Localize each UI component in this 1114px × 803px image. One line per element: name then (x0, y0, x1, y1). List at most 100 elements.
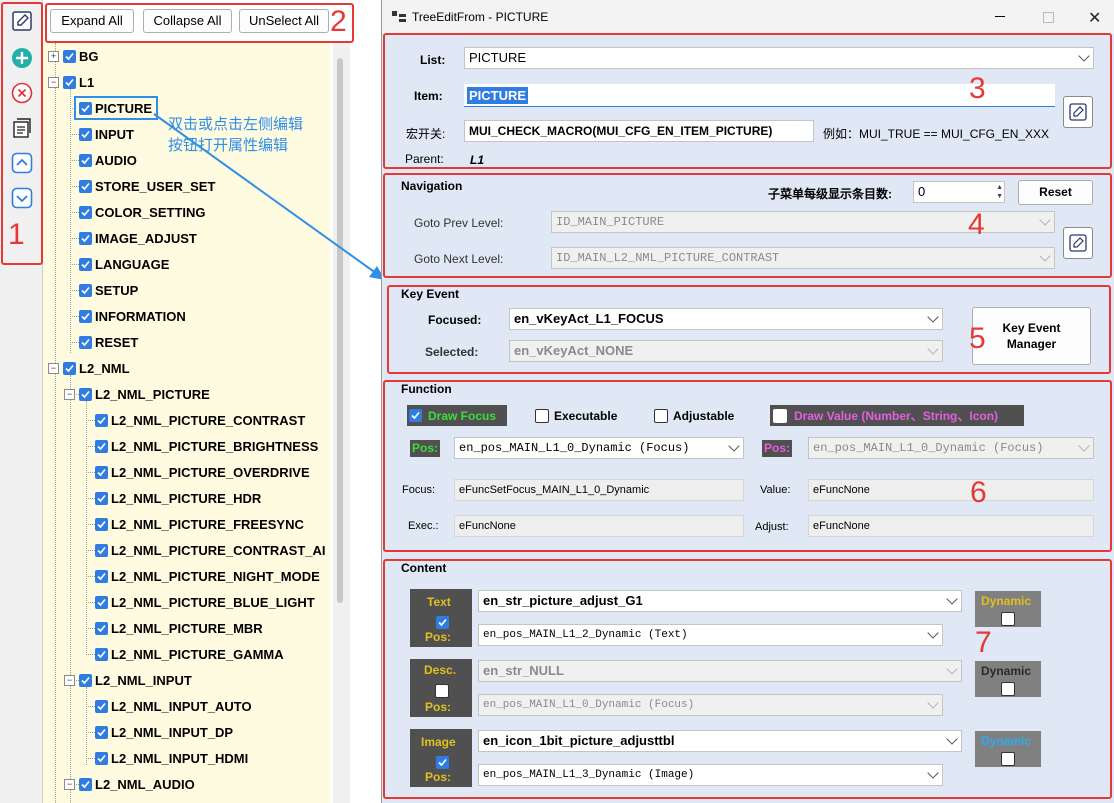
tree-node-checkbox[interactable] (95, 465, 108, 479)
tree-node-checkbox[interactable] (79, 231, 92, 245)
tree-node[interactable]: PICTURE (74, 96, 159, 120)
tree-node[interactable]: INFORMATION (79, 307, 186, 325)
annotation-number-4: 4 (968, 208, 985, 241)
tree-node-checkbox[interactable] (79, 127, 92, 141)
tree-node[interactable]: RESET (79, 333, 138, 351)
tree-node-checkbox[interactable] (63, 361, 76, 375)
tree-node-checkbox[interactable] (95, 517, 108, 531)
tree-connector-line (70, 89, 71, 353)
tree-node-label: AUDIO (95, 152, 137, 168)
tree-connector-line (86, 758, 95, 759)
tree-node-checkbox[interactable] (79, 153, 92, 167)
tree-node[interactable]: BG (63, 47, 99, 65)
tree-node[interactable]: L2_NML_PICTURE_NIGHT_MODE (95, 567, 320, 585)
tree-node-checkbox[interactable] (79, 179, 92, 193)
hint-arrow (153, 113, 385, 280)
tree-connector-line (86, 498, 95, 499)
tree-node-checkbox[interactable] (79, 777, 92, 791)
tree-node-label: L2_NML_INPUT_HDMI (111, 750, 249, 766)
tree-node-label: L2_NML_PICTURE_BRIGHTNESS (111, 438, 319, 454)
tree-node-checkbox[interactable] (95, 491, 108, 505)
tree-node-label: RESET (95, 334, 139, 350)
tree-connector-line (86, 472, 95, 473)
tree-node[interactable]: SETUP (79, 281, 138, 299)
tree-node[interactable]: L2_NML_PICTURE_CONTRAST_AI (95, 541, 326, 559)
tree-connector-line (55, 43, 56, 803)
collapse-icon[interactable]: − (64, 675, 75, 686)
tree-node-checkbox[interactable] (95, 413, 108, 427)
tree-node-label: INPUT (95, 126, 134, 142)
tree-node-label: L2_NML_PICTURE_NIGHT_MODE (111, 568, 320, 584)
tree-node-checkbox[interactable] (63, 49, 76, 63)
tree-node[interactable]: L2_NML_INPUT_HDMI (95, 749, 248, 767)
tree-node[interactable]: L2_NML_INPUT_DP (95, 723, 233, 741)
tree-node-checkbox[interactable] (79, 335, 92, 349)
expand-icon[interactable]: + (48, 51, 59, 62)
tree-node[interactable]: INPUT (79, 125, 134, 143)
tree-node-checkbox[interactable] (63, 75, 76, 89)
tree-node[interactable]: L2_NML_INPUT (79, 671, 192, 689)
app-icon (392, 11, 406, 26)
tree-connector-line (86, 654, 95, 655)
tree-node-checkbox[interactable] (79, 387, 92, 401)
tree-node-label: L2_NML_PICTURE_MBR (111, 620, 263, 636)
tree-node-label: L2_NML (79, 360, 130, 376)
maximize-icon[interactable] (1043, 12, 1054, 23)
tree-node[interactable]: L2_NML_PICTURE_FREESYNC (95, 515, 304, 533)
annotation-number-6: 6 (970, 476, 987, 509)
tree-node[interactable]: L2_NML_PICTURE_HDR (95, 489, 261, 507)
tree-node[interactable]: L1 (63, 73, 94, 91)
annotation-box-6 (383, 380, 1112, 552)
annotation-box-2 (45, 3, 354, 43)
tree-node-label: L2_NML_PICTURE_CONTRAST_AI (111, 542, 326, 558)
tree-connector-line (70, 134, 79, 135)
tree-node-label: L2_NML_PICTURE_FREESYNC (111, 516, 304, 532)
collapse-icon[interactable]: − (64, 389, 75, 400)
tree-node-label: BG (79, 48, 99, 64)
tree-node-checkbox[interactable] (95, 621, 108, 635)
tree-node[interactable]: L2_NML_PICTURE_BRIGHTNESS (95, 437, 318, 455)
tree-node-checkbox[interactable] (95, 725, 108, 739)
tree-node[interactable]: L2_NML_PICTURE (79, 385, 210, 403)
tree-node-label: L2_NML_INPUT_DP (111, 724, 234, 740)
tree-node-checkbox[interactable] (79, 283, 92, 297)
tree-node[interactable]: L2_NML_PICTURE_OVERDRIVE (95, 463, 310, 481)
tree-connector-line (70, 186, 79, 187)
minimize-icon[interactable] (995, 16, 1005, 17)
close-icon[interactable]: ✕ (1088, 8, 1101, 28)
tree-node[interactable]: L2_NML_INPUT_AUTO (95, 697, 252, 715)
annotation-box-7 (383, 559, 1112, 799)
tree-node[interactable]: L2_NML_PICTURE_MBR (95, 619, 263, 637)
tree-node[interactable]: L2_NML_AUDIO (79, 775, 195, 793)
tree-node[interactable]: L2_NML_PICTURE_CONTRAST (95, 411, 305, 429)
tree-connector-line (70, 160, 79, 161)
tree-node-checkbox[interactable] (79, 101, 92, 115)
tree-node[interactable]: L2_NML_PICTURE_BLUE_LIGHT (95, 593, 315, 611)
tree-node-checkbox[interactable] (95, 751, 108, 765)
tree-node-checkbox[interactable] (95, 569, 108, 583)
tree-node-checkbox[interactable] (95, 439, 108, 453)
tree-node[interactable]: L2_NML (63, 359, 130, 377)
tree-node-checkbox[interactable] (95, 543, 108, 557)
tree-connector-line (86, 732, 95, 733)
tree-node[interactable]: L2_NML_PICTURE_GAMMA (95, 645, 284, 663)
collapse-icon[interactable]: − (48, 363, 59, 374)
tree-connector-line (86, 602, 95, 603)
tree-node-checkbox[interactable] (95, 647, 108, 661)
collapse-icon[interactable]: − (48, 77, 59, 88)
tree-node-checkbox[interactable] (79, 205, 92, 219)
collapse-icon[interactable]: − (64, 779, 75, 790)
tree-node-checkbox[interactable] (95, 699, 108, 713)
tree-connector-line (86, 420, 95, 421)
tree-node-checkbox[interactable] (79, 673, 92, 687)
tree-connector-line (70, 238, 79, 239)
tree-connector-line (86, 687, 87, 765)
tree-node-checkbox[interactable] (79, 257, 92, 271)
tree-node-checkbox[interactable] (95, 595, 108, 609)
annotation-number-1: 1 (8, 218, 25, 251)
tree-connector-line (86, 628, 95, 629)
tree-connector-line (86, 401, 87, 655)
tree-node[interactable]: AUDIO (79, 151, 137, 169)
tree-node-checkbox[interactable] (79, 309, 92, 323)
annotation-number-3: 3 (969, 72, 986, 105)
